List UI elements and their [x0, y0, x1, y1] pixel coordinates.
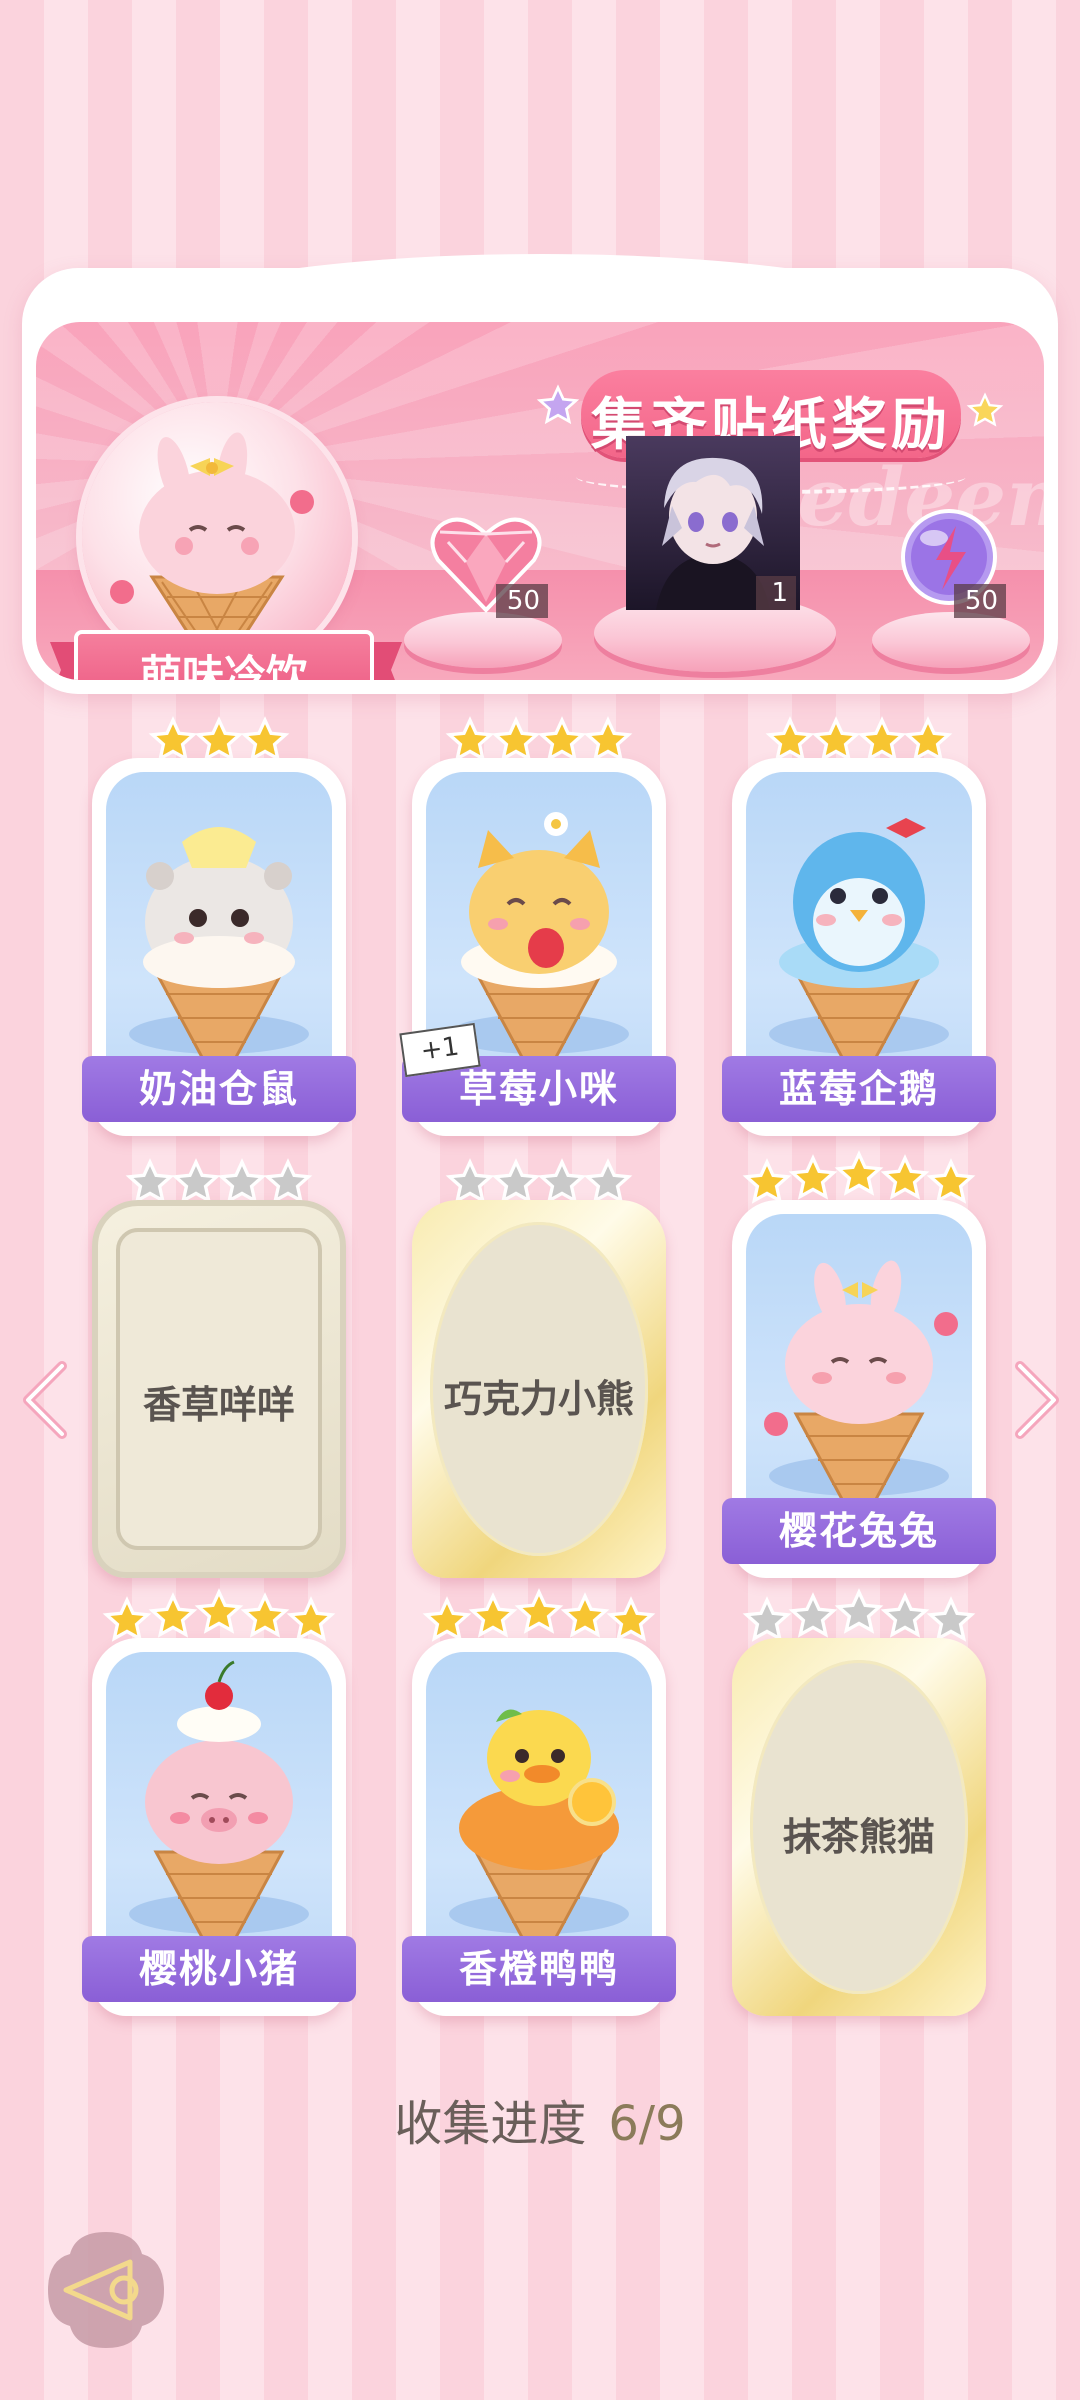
sticker-card-locked[interactable]: 香草咩咩 — [92, 1158, 346, 1578]
star-filled-icon — [857, 716, 907, 762]
reward-count: 50 — [954, 584, 1006, 618]
star-empty-icon — [880, 1592, 930, 1638]
star-filled-icon — [834, 1150, 884, 1196]
sticker-card-locked[interactable]: 巧克力小熊 — [412, 1158, 666, 1578]
progress-label: 收集进度 — [394, 2096, 587, 2152]
card-name: 樱花兔兔 — [722, 1498, 996, 1564]
reward-count: 1 — [756, 576, 796, 610]
sticker-card[interactable]: 蓝莓企鹅 — [722, 716, 996, 1136]
album-name: 萌味冷饮 — [139, 651, 308, 680]
star-filled-icon — [491, 716, 541, 762]
card-frame: 香草咩咩 — [92, 1200, 346, 1578]
star-empty-icon — [583, 1158, 633, 1204]
star-filled-icon — [903, 716, 953, 762]
star-empty-icon — [263, 1158, 313, 1204]
banner-panel: Redeem 萌味冷饮 集齐贴纸奖励 — [36, 322, 1044, 680]
yellow-star-icon — [966, 392, 1004, 427]
card-name: 蓝莓企鹅 — [722, 1056, 996, 1122]
star-empty-icon — [171, 1158, 221, 1204]
sticker-card[interactable]: 奶油仓鼠 — [82, 716, 356, 1136]
star-empty-icon — [445, 1158, 495, 1204]
star-filled-icon — [445, 716, 495, 762]
sticker-card[interactable]: 草莓小咪 +1 — [399, 716, 676, 1136]
star-filled-icon — [148, 716, 198, 762]
progress-value: 6/9 — [608, 2096, 686, 2152]
star-filled-icon — [240, 716, 290, 762]
album-name-ribbon: 萌味冷饮 — [74, 630, 374, 680]
collection-progress: 收集进度 6/9 — [0, 2084, 1080, 2154]
card-frame: 草莓小咪 — [402, 758, 676, 1136]
prev-page-arrow-icon[interactable] — [20, 1360, 70, 1440]
card-frame: 樱桃小猪 — [82, 1638, 356, 2016]
sticker-card[interactable]: 香橙鸭鸭 — [402, 1588, 676, 2016]
card-frame: 抹茶熊猫 — [732, 1638, 986, 2016]
back-button-icon[interactable] — [44, 2228, 168, 2352]
star-empty-icon — [217, 1158, 267, 1204]
star-empty-icon — [742, 1596, 792, 1642]
card-name: 樱桃小猪 — [82, 1936, 356, 2002]
reward-energy-orb[interactable]: 50 — [894, 502, 1024, 632]
star-filled-icon — [880, 1154, 930, 1200]
star-empty-icon — [926, 1596, 976, 1642]
star-filled-icon — [926, 1158, 976, 1204]
card-name: 抹茶熊猫 — [782, 1814, 935, 1859]
card-frame: 香橙鸭鸭 — [402, 1638, 676, 2016]
star-filled-icon — [468, 1592, 518, 1638]
star-filled-icon — [560, 1592, 610, 1638]
card-frame: 蓝莓企鹅 — [722, 758, 996, 1136]
star-filled-icon — [606, 1596, 656, 1642]
star-empty-icon — [788, 1592, 838, 1638]
sticker-card-locked[interactable]: 抹茶熊猫 — [732, 1588, 986, 2016]
star-filled-icon — [194, 716, 244, 762]
next-page-arrow-icon[interactable] — [1012, 1360, 1062, 1440]
star-filled-icon — [194, 1588, 244, 1634]
star-filled-icon — [422, 1596, 472, 1642]
card-name: 奶油仓鼠 — [82, 1056, 356, 1122]
star-filled-icon — [788, 1154, 838, 1200]
star-filled-icon — [811, 716, 861, 762]
star-filled-icon — [286, 1596, 336, 1642]
star-empty-icon — [125, 1158, 175, 1204]
star-filled-icon — [240, 1592, 290, 1638]
star-filled-icon — [102, 1596, 152, 1642]
card-frame: 巧克力小熊 — [412, 1200, 666, 1578]
card-frame: 樱花兔兔 — [722, 1200, 996, 1578]
star-filled-icon — [583, 716, 633, 762]
purple-star-icon — [536, 384, 580, 425]
star-filled-icon — [765, 716, 815, 762]
star-empty-icon — [834, 1588, 884, 1634]
star-empty-icon — [537, 1158, 587, 1204]
star-filled-icon — [514, 1588, 564, 1634]
sticker-card[interactable]: 樱花兔兔 — [722, 1150, 996, 1578]
card-name: 香草咩咩 — [142, 1382, 295, 1427]
reward-count: 50 — [496, 584, 548, 618]
star-empty-icon — [491, 1158, 541, 1204]
sticker-card[interactable]: 樱桃小猪 — [82, 1588, 356, 2016]
reward-character-portrait[interactable]: 1 — [626, 436, 800, 610]
card-name: 巧克力小熊 — [443, 1376, 634, 1421]
reward-banner: Redeem 萌味冷饮 集齐贴纸奖励 — [22, 254, 1058, 694]
star-filled-icon — [148, 1592, 198, 1638]
star-filled-icon — [537, 716, 587, 762]
card-name: 香橙鸭鸭 — [402, 1936, 676, 2002]
star-filled-icon — [742, 1158, 792, 1204]
reward-heart-gem[interactable]: 50 — [426, 502, 556, 632]
card-frame: 奶油仓鼠 — [82, 758, 356, 1136]
